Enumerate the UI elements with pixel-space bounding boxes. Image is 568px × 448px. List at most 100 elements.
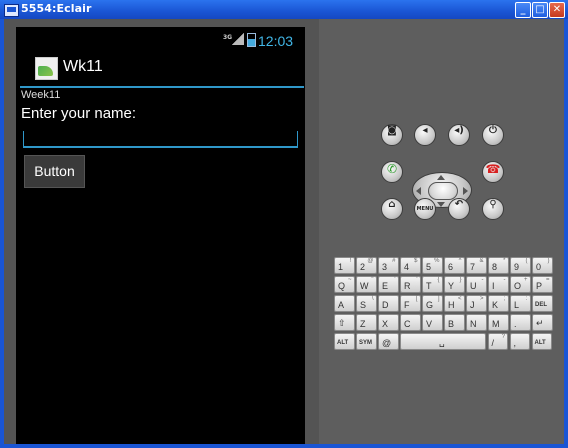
key-3[interactable]: 3 # — [378, 257, 399, 274]
dpad-down-arrow-icon[interactable] — [437, 202, 445, 207]
key-v[interactable]: V — [422, 314, 443, 331]
key-6[interactable]: 6 ^ — [444, 257, 465, 274]
key-label: 4 — [404, 262, 410, 272]
key-special-0[interactable]: ⇧ — [334, 314, 355, 331]
key-label: D — [382, 300, 389, 310]
key-r[interactable]: R ' — [400, 276, 421, 293]
key-bottom-1[interactable]: SYM — [356, 333, 377, 350]
key-9[interactable]: 9( — [510, 257, 531, 274]
phone-green-icon: ✆ — [386, 162, 398, 176]
key-label: 5 — [426, 262, 432, 272]
key-l[interactable]: L: — [510, 295, 531, 312]
key-label: N — [470, 319, 477, 329]
key-7[interactable]: 7 & — [466, 257, 487, 274]
key-label: M — [492, 319, 500, 329]
maximize-button[interactable]: □ — [532, 2, 548, 18]
key-0[interactable]: 0) — [532, 257, 553, 274]
call-button[interactable]: ✆ — [381, 161, 403, 183]
submit-button[interactable]: Button — [24, 155, 85, 188]
end-call-button[interactable]: ☎ — [482, 161, 504, 183]
dpad-center-button[interactable] — [428, 182, 458, 200]
menu-label: MENU — [416, 206, 434, 212]
key-label: ⇧ — [338, 318, 346, 328]
key-5[interactable]: 5% — [422, 257, 443, 274]
key-label: 9 — [514, 262, 520, 272]
home-button[interactable]: ⌂ — [381, 198, 403, 220]
key-label: U — [470, 281, 477, 291]
key-k[interactable]: K; — [488, 295, 509, 312]
key-alt-label: > — [479, 296, 484, 302]
close-button[interactable]: ✕ — [549, 2, 565, 18]
key-u[interactable]: U- — [466, 276, 487, 293]
key-alt-label: $ — [414, 258, 418, 264]
key-alt-label: ' — [416, 277, 418, 283]
key-space[interactable]: ␣ — [400, 333, 486, 350]
key-label: V — [426, 319, 433, 329]
key-bottom-6[interactable]: ALT — [531, 333, 552, 350]
key-b[interactable]: B — [444, 314, 465, 331]
search-button[interactable]: ⚲ — [482, 198, 504, 220]
network-type-label: 3G — [223, 34, 233, 41]
key-bottom-5[interactable]: , — [509, 333, 530, 350]
camera-button[interactable]: ◙ — [381, 124, 403, 146]
minimize-button[interactable]: _ — [515, 2, 531, 18]
key-p[interactable]: P = — [532, 276, 553, 293]
key-label: @ — [382, 338, 392, 348]
key-special-9[interactable]: DEL — [532, 295, 553, 312]
key-x[interactable]: X — [378, 314, 399, 331]
key-m[interactable]: M — [488, 314, 509, 331]
name-input[interactable] — [23, 131, 298, 148]
dpad-left-arrow-icon[interactable] — [416, 187, 421, 195]
key-8[interactable]: 8 * — [488, 257, 509, 274]
key-special-9[interactable]: ↵ — [532, 314, 553, 331]
key-label: 0 — [536, 262, 542, 272]
key-bottom-2[interactable]: @ — [378, 333, 399, 350]
key-label: Q — [338, 281, 346, 291]
status-bar: 3G 12:03 — [16, 27, 305, 52]
key-4[interactable]: 4 $ — [400, 257, 421, 274]
key-alt-label: ] — [437, 296, 440, 302]
key-label: K — [492, 300, 499, 310]
key-alt-label: } — [459, 277, 462, 283]
key-alt-label: = — [545, 277, 550, 283]
key-n[interactable]: N — [466, 314, 487, 331]
back-button[interactable]: ↶ — [448, 198, 470, 220]
power-button[interactable]: ⏻ — [482, 124, 504, 146]
key-alt-label: - — [481, 277, 484, 283]
volume-down-button[interactable]: ◂ — [414, 124, 436, 146]
key-a[interactable]: A — [334, 295, 355, 312]
key-g[interactable]: G] — [422, 295, 443, 312]
key-c[interactable]: C — [400, 314, 421, 331]
key-1[interactable]: 1! — [334, 257, 355, 274]
key-t[interactable]: T{ — [422, 276, 443, 293]
key-h[interactable]: H < — [444, 295, 465, 312]
key-o[interactable]: O + — [510, 276, 531, 293]
key-z[interactable]: Z — [356, 314, 377, 331]
device-screen: 3G 12:03 Wk11 Week11 Enter your name: Bu… — [16, 27, 305, 444]
key-special-8[interactable]: . — [510, 314, 531, 331]
key-j[interactable]: J > — [466, 295, 487, 312]
dpad-up-arrow-icon[interactable] — [437, 175, 445, 180]
emulator-body: 3G 12:03 Wk11 Week11 Enter your name: Bu… — [4, 19, 564, 444]
dpad-right-arrow-icon[interactable] — [463, 187, 468, 195]
key-alt-label: % — [434, 258, 440, 264]
key-bottom-0[interactable]: ALT — [334, 333, 355, 350]
key-e[interactable]: E ' — [378, 276, 399, 293]
key-f[interactable]: F[ — [400, 295, 421, 312]
key-label: ALT — [534, 340, 546, 346]
volume-up-button[interactable]: ◂) — [448, 124, 470, 146]
week-label: Week11 — [21, 89, 61, 101]
key-q[interactable]: Q ~ — [334, 276, 355, 293]
menu-button[interactable]: MENU — [414, 198, 436, 220]
key-s[interactable]: S \ — [356, 295, 377, 312]
window-titlebar[interactable]: 5554:Eclair _ □ ✕ — [0, 0, 568, 19]
key-label: 3 — [382, 262, 388, 272]
key-2[interactable]: 2 @ — [356, 257, 377, 274]
key-w[interactable]: W " — [356, 276, 377, 293]
key-label: ALT — [337, 340, 349, 346]
key-d[interactable]: D — [378, 295, 399, 312]
emulator-controls-panel — [319, 19, 564, 444]
key-i[interactable]: I- — [488, 276, 509, 293]
key-bottom-4[interactable]: /? — [487, 333, 508, 350]
key-y[interactable]: Y} — [444, 276, 465, 293]
